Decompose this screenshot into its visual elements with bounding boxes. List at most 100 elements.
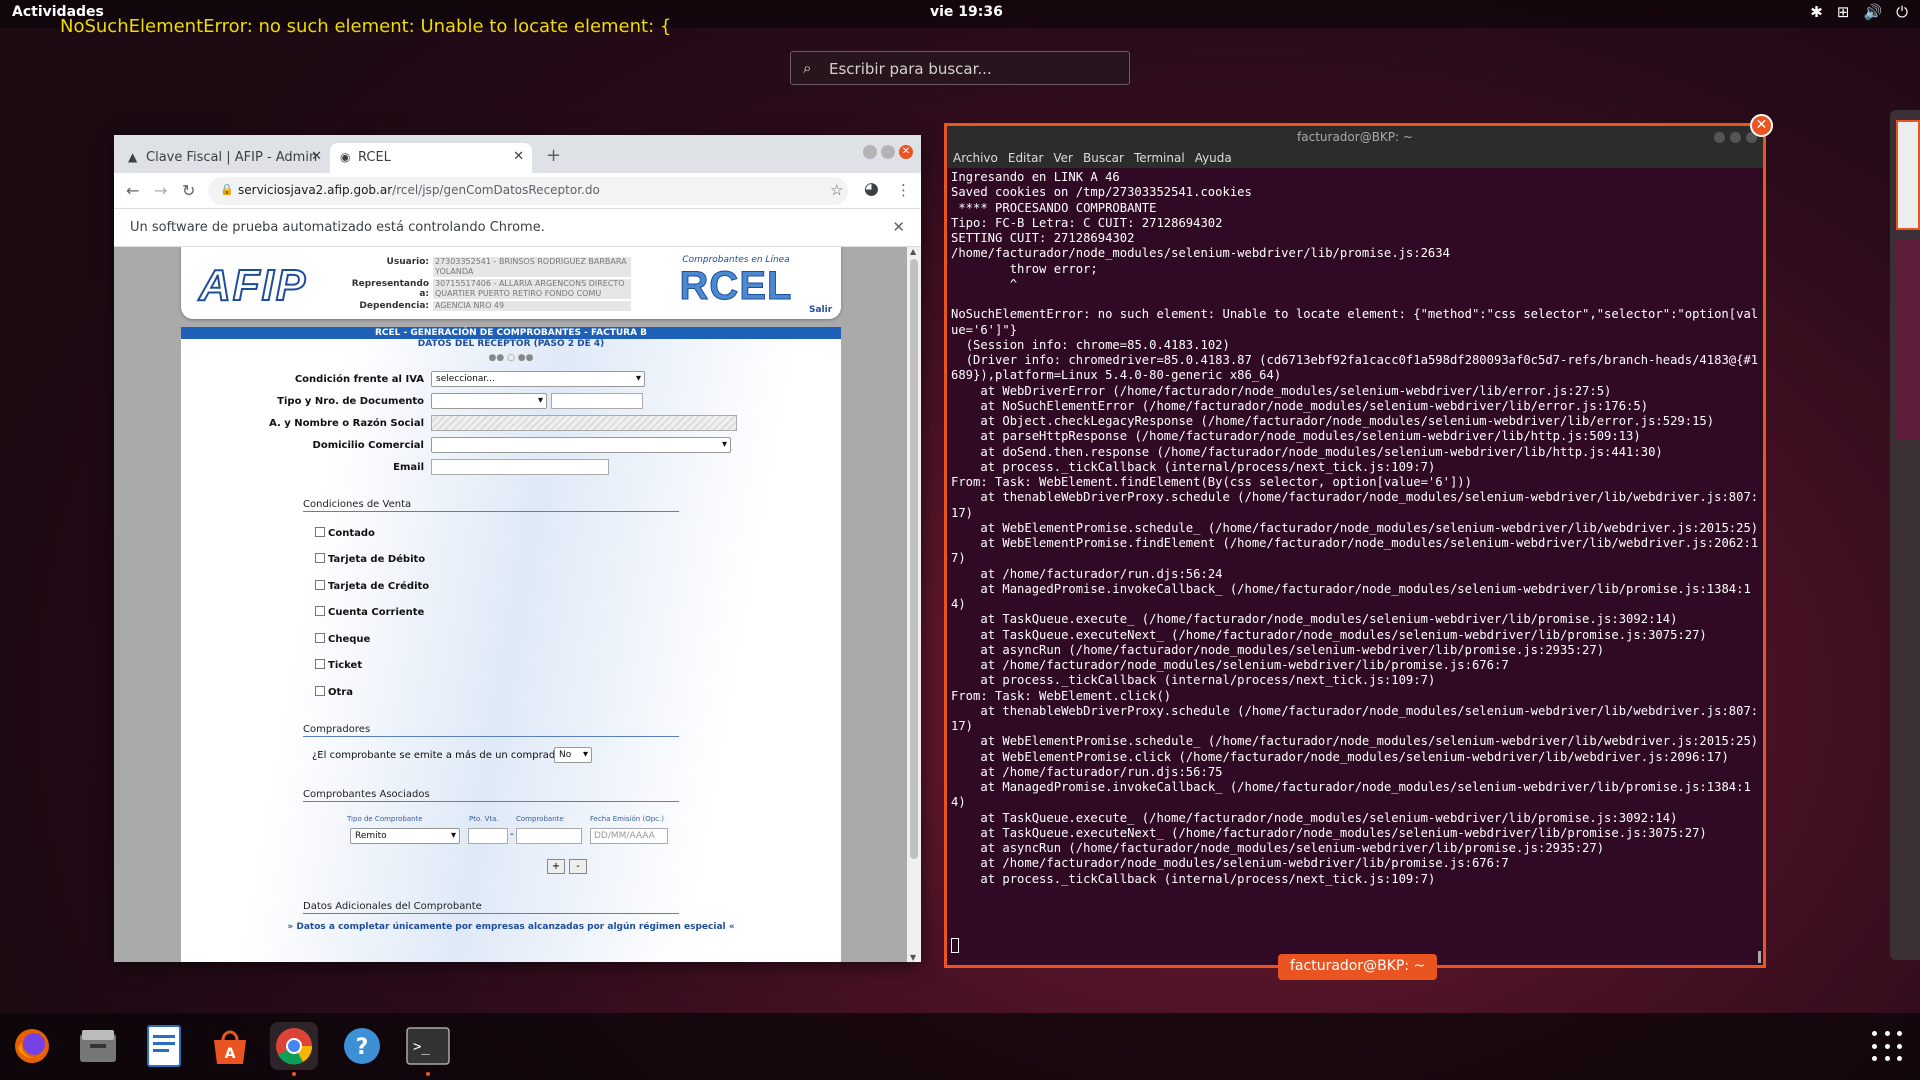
terminal-scrollbar[interactable] <box>1758 951 1761 963</box>
checkbox-ticket[interactable]: Ticket <box>315 659 362 671</box>
checkbox-cheque[interactable]: Cheque <box>315 633 370 645</box>
menu-ayuda[interactable]: Ayuda <box>1195 151 1232 168</box>
lock-icon: 🔒 <box>220 183 234 196</box>
reload-icon[interactable]: ↻ <box>182 181 195 200</box>
checkbox-box[interactable] <box>315 686 325 696</box>
close-tab-icon[interactable]: ✕ <box>513 149 524 164</box>
checkbox-box[interactable] <box>315 659 325 669</box>
rcel-logo-text: RCEL <box>679 264 793 308</box>
menu-ver[interactable]: Ver <box>1053 151 1073 168</box>
automation-infobar: Un software de prueba automatizado está … <box>114 209 921 247</box>
help-icon[interactable]: ? <box>338 1022 386 1070</box>
workspace-thumbnail[interactable] <box>1890 110 1920 960</box>
terminal-icon[interactable]: >_ <box>404 1022 452 1076</box>
razon-social-input[interactable] <box>431 415 737 431</box>
scrollbar-thumb[interactable] <box>910 259 918 859</box>
checkbox-box[interactable] <box>315 580 325 590</box>
checkbox-tarjeta-debito[interactable]: Tarjeta de Débito <box>315 553 425 565</box>
url-path: /rcel/jsp/genComDatosReceptor.do <box>392 183 600 197</box>
network-icon[interactable]: ⊞ <box>1837 3 1850 21</box>
chrome-window: ▲ Clave Fiscal | AFIP - Admin ✕ ◉ RCEL ✕… <box>114 135 921 962</box>
salir-link[interactable]: Salir <box>809 305 832 315</box>
bookmark-star-icon[interactable]: ☆ <box>830 181 843 199</box>
tipo-comprobante-select[interactable]: Remito <box>350 828 460 844</box>
volume-icon[interactable]: 🔊 <box>1863 3 1882 21</box>
compradores-select[interactable]: No <box>554 747 592 763</box>
add-row-button[interactable]: + <box>547 859 565 874</box>
iva-select-value: seleccionar... <box>436 374 495 384</box>
pto-vta-input[interactable] <box>468 828 508 844</box>
remove-row-button[interactable]: - <box>569 859 587 874</box>
close-window-button[interactable]: ✕ <box>899 145 913 159</box>
checkbox-label: Otra <box>328 687 353 698</box>
power-icon[interactable]: ⏻ <box>1896 3 1908 21</box>
checkbox-otra[interactable]: Otra <box>315 686 353 698</box>
search-input[interactable]: ⌕ Escribir para buscar... <box>790 51 1130 85</box>
maximize-button[interactable] <box>1730 132 1741 143</box>
menu-terminal[interactable]: Terminal <box>1134 151 1185 168</box>
scroll-down-icon[interactable]: ▼ <box>910 953 916 962</box>
page-scrollbar[interactable]: ▲ ▼ <box>907 247 921 962</box>
system-tray[interactable]: ✱ ⊞ 🔊 ⏻ <box>1810 3 1908 21</box>
checkbox-box[interactable] <box>315 633 325 643</box>
checkbox-tarjeta-credito[interactable]: Tarjeta de Crédito <box>315 580 429 592</box>
show-applications-icon[interactable] <box>1872 1031 1904 1063</box>
menu-archivo[interactable]: Archivo <box>953 151 998 168</box>
bluetooth-icon[interactable]: ✱ <box>1810 3 1823 21</box>
workspace-preview[interactable] <box>1896 240 1920 440</box>
window-controls: ✕ <box>863 145 913 159</box>
menu-buscar[interactable]: Buscar <box>1083 151 1124 168</box>
firefox-icon[interactable] <box>8 1022 56 1070</box>
nombre-label: A. y Nombre o Razón Social <box>269 418 424 429</box>
checkbox-label: Cheque <box>328 634 371 645</box>
minimize-button[interactable] <box>1714 132 1725 143</box>
tipo-documento-select[interactable] <box>431 393 547 409</box>
terminal-output[interactable]: Ingresando en LINK A 46 Saved cookies on… <box>951 170 1759 887</box>
back-icon[interactable]: ← <box>126 181 139 200</box>
email-input[interactable] <box>431 459 609 475</box>
workspace-preview-active[interactable] <box>1896 120 1920 230</box>
chrome-menu-icon[interactable]: ⋮ <box>896 181 911 199</box>
comprobante-input[interactable] <box>516 828 582 844</box>
writer-icon[interactable] <box>140 1022 188 1070</box>
form-title: RCEL - GENERACIÓN DE COMPROBANTES - FACT… <box>181 327 841 339</box>
menu-editar[interactable]: Editar <box>1008 151 1044 168</box>
close-tab-icon[interactable]: ✕ <box>311 149 322 164</box>
software-icon[interactable]: A <box>206 1022 254 1070</box>
terminal-menubar: Archivo Editar Ver Buscar Terminal Ayuda <box>947 148 1763 168</box>
terminal-titlebar[interactable]: facturador@BKP: ~ <box>947 126 1763 148</box>
maximize-button[interactable] <box>881 145 895 159</box>
forward-icon[interactable]: → <box>154 181 167 200</box>
running-indicator <box>292 1072 296 1076</box>
email-label: Email <box>393 462 424 473</box>
checkbox-box[interactable] <box>315 527 325 537</box>
profile-icon[interactable]: ◕ <box>864 179 879 199</box>
window-caption[interactable]: facturador@BKP: ~ <box>1278 954 1438 980</box>
tab-afip[interactable]: ▲ Clave Fiscal | AFIP - Admin ✕ <box>118 143 330 173</box>
new-tab-button[interactable]: + <box>546 145 561 166</box>
tab-label: Clave Fiscal | AFIP - Admin <box>146 150 318 165</box>
clock[interactable]: vie 19:36 <box>930 4 1003 20</box>
close-window-overview-button[interactable]: ✕ <box>1750 114 1773 137</box>
datos-adicionales-link[interactable]: » Datos a completar únicamente por empre… <box>181 922 841 932</box>
rcel-logo: Comprobantes en Línea RCEL <box>671 255 801 308</box>
checkbox-box[interactable] <box>315 606 325 616</box>
close-infobar-icon[interactable]: ✕ <box>892 218 905 236</box>
domicilio-select[interactable] <box>431 437 731 453</box>
tab-rcel[interactable]: ◉ RCEL ✕ <box>330 143 532 173</box>
fecha-emision-input[interactable]: DD/MM/AAAA <box>590 828 668 844</box>
terminal-cursor <box>951 938 959 953</box>
nro-documento-input[interactable] <box>551 393 643 409</box>
iva-select[interactable]: seleccionar... <box>431 371 645 387</box>
checkbox-cuenta-corriente[interactable]: Cuenta Corriente <box>315 606 424 618</box>
minimize-button[interactable] <box>863 145 877 159</box>
files-icon[interactable] <box>74 1022 122 1070</box>
scroll-up-icon[interactable]: ▲ <box>910 247 916 256</box>
tab-strip: ▲ Clave Fiscal | AFIP - Admin ✕ ◉ RCEL ✕… <box>114 135 921 173</box>
address-bar[interactable]: 🔒 serviciosjava2.afip.gob.ar/rcel/jsp/ge… <box>208 177 848 205</box>
domicilio-label: Domicilio Comercial <box>312 440 424 451</box>
chrome-icon[interactable] <box>270 1022 318 1076</box>
checkbox-contado[interactable]: Contado <box>315 527 375 539</box>
checkbox-box[interactable] <box>315 553 325 563</box>
nombre-row: A. y Nombre o Razón Social <box>181 415 841 433</box>
